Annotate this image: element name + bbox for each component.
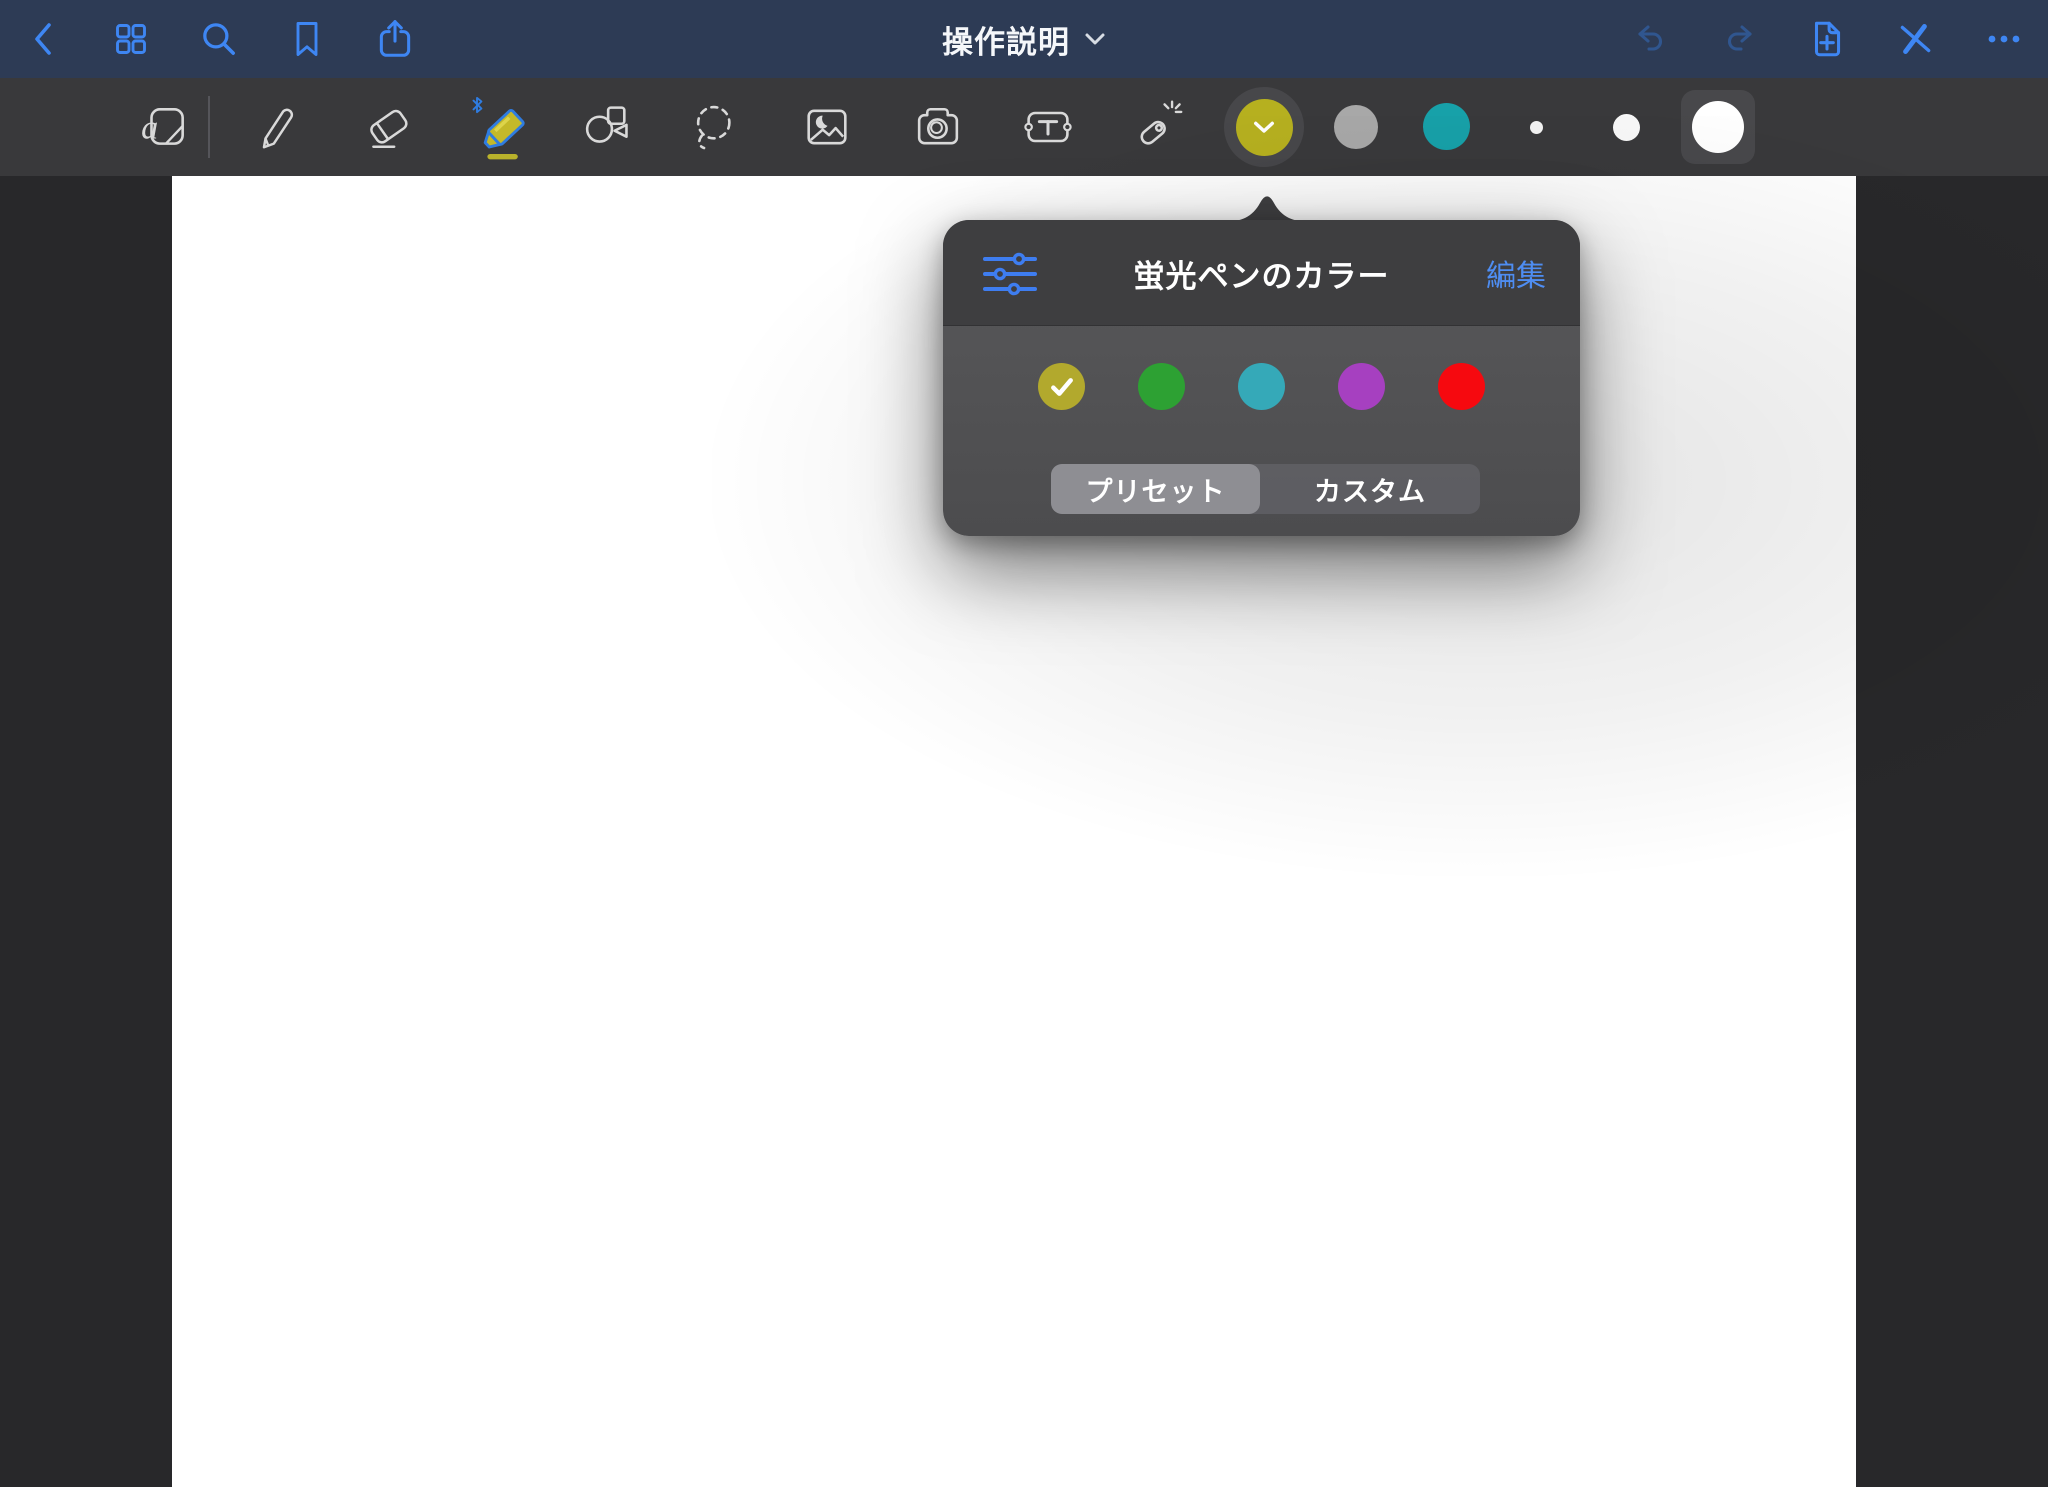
segment-custom[interactable]: カスタム [1260,464,1480,514]
camera-tool[interactable] [896,78,980,176]
thickness-medium[interactable] [1613,114,1640,141]
tool-bar: a [0,78,2048,176]
shapes-tool[interactable] [564,78,648,176]
svg-text:a: a [141,108,158,146]
zoom-window-tool[interactable]: a [123,78,207,176]
more-button[interactable] [1969,0,2039,78]
image-tool[interactable] [785,78,869,176]
highlighter-tool-selected[interactable] [458,78,542,176]
popover-header: 蛍光ペンのカラー 編集 [943,220,1580,326]
add-page-icon [1806,17,1848,61]
stylus-crossed-icon [1894,18,1936,60]
toolbar-divider [208,96,210,158]
laser-pointer-tool[interactable] [1115,78,1199,176]
stylus-toggle-button[interactable] [1880,0,1950,78]
pen-tool[interactable] [236,78,320,176]
eraser-icon [362,100,416,154]
color-swatch-selected[interactable] [1224,87,1304,167]
image-icon [799,99,855,155]
laser-pointer-icon [1128,99,1186,155]
add-page-button[interactable] [1792,0,1862,78]
document-title: 操作説明 [942,17,1070,62]
thickness-large-selected[interactable] [1681,90,1755,164]
pen-icon [251,100,305,154]
popover-swatch-teal[interactable] [1238,363,1285,410]
camera-icon [910,99,966,155]
chevron-down-icon [1253,121,1275,134]
thickness-large-dot [1692,101,1744,153]
text-tool[interactable] [1006,78,1090,176]
top-nav-bar: 操作説明 [0,0,2048,78]
thickness-small[interactable] [1530,121,1543,134]
preset-custom-segmented-control: プリセット カスタム [1051,464,1480,514]
segment-preset[interactable]: プリセット [1051,464,1260,514]
eraser-tool[interactable] [347,78,431,176]
popover-swatch-green[interactable] [1138,363,1185,410]
popover-body: 蛍光ペンのカラー 編集 プリセット カスタム [943,220,1580,536]
edit-button[interactable]: 編集 [1486,220,1546,326]
check-icon [1050,377,1074,397]
color-swatch-yellow [1236,99,1293,156]
popover-swatch-red[interactable] [1438,363,1485,410]
popover-swatch-purple[interactable] [1338,363,1385,410]
bluetooth-icon [469,94,485,116]
color-swatch-gray[interactable] [1334,105,1378,149]
popover-swatch-yellow-selected[interactable] [1038,363,1085,410]
shapes-icon [578,99,634,155]
undo-button[interactable] [1617,0,1687,78]
lasso-icon [689,99,745,155]
text-icon [1020,99,1076,155]
highlighter-color-popover: 蛍光ペンのカラー 編集 プリセット カスタム [943,192,1580,536]
redo-button[interactable] [1703,0,1773,78]
goodnotes-app: 操作説明 [0,0,2048,1487]
more-ellipsis-icon [1984,19,2024,59]
color-swatch-teal[interactable] [1423,103,1470,150]
popover-title: 蛍光ペンのカラー [943,220,1580,326]
zoom-window-icon: a [138,100,192,154]
lasso-tool[interactable] [675,78,759,176]
popover-arrow [1222,193,1312,222]
redo-icon [1718,19,1758,59]
title-chevron-down-icon [1084,32,1106,46]
undo-icon [1632,19,1672,59]
